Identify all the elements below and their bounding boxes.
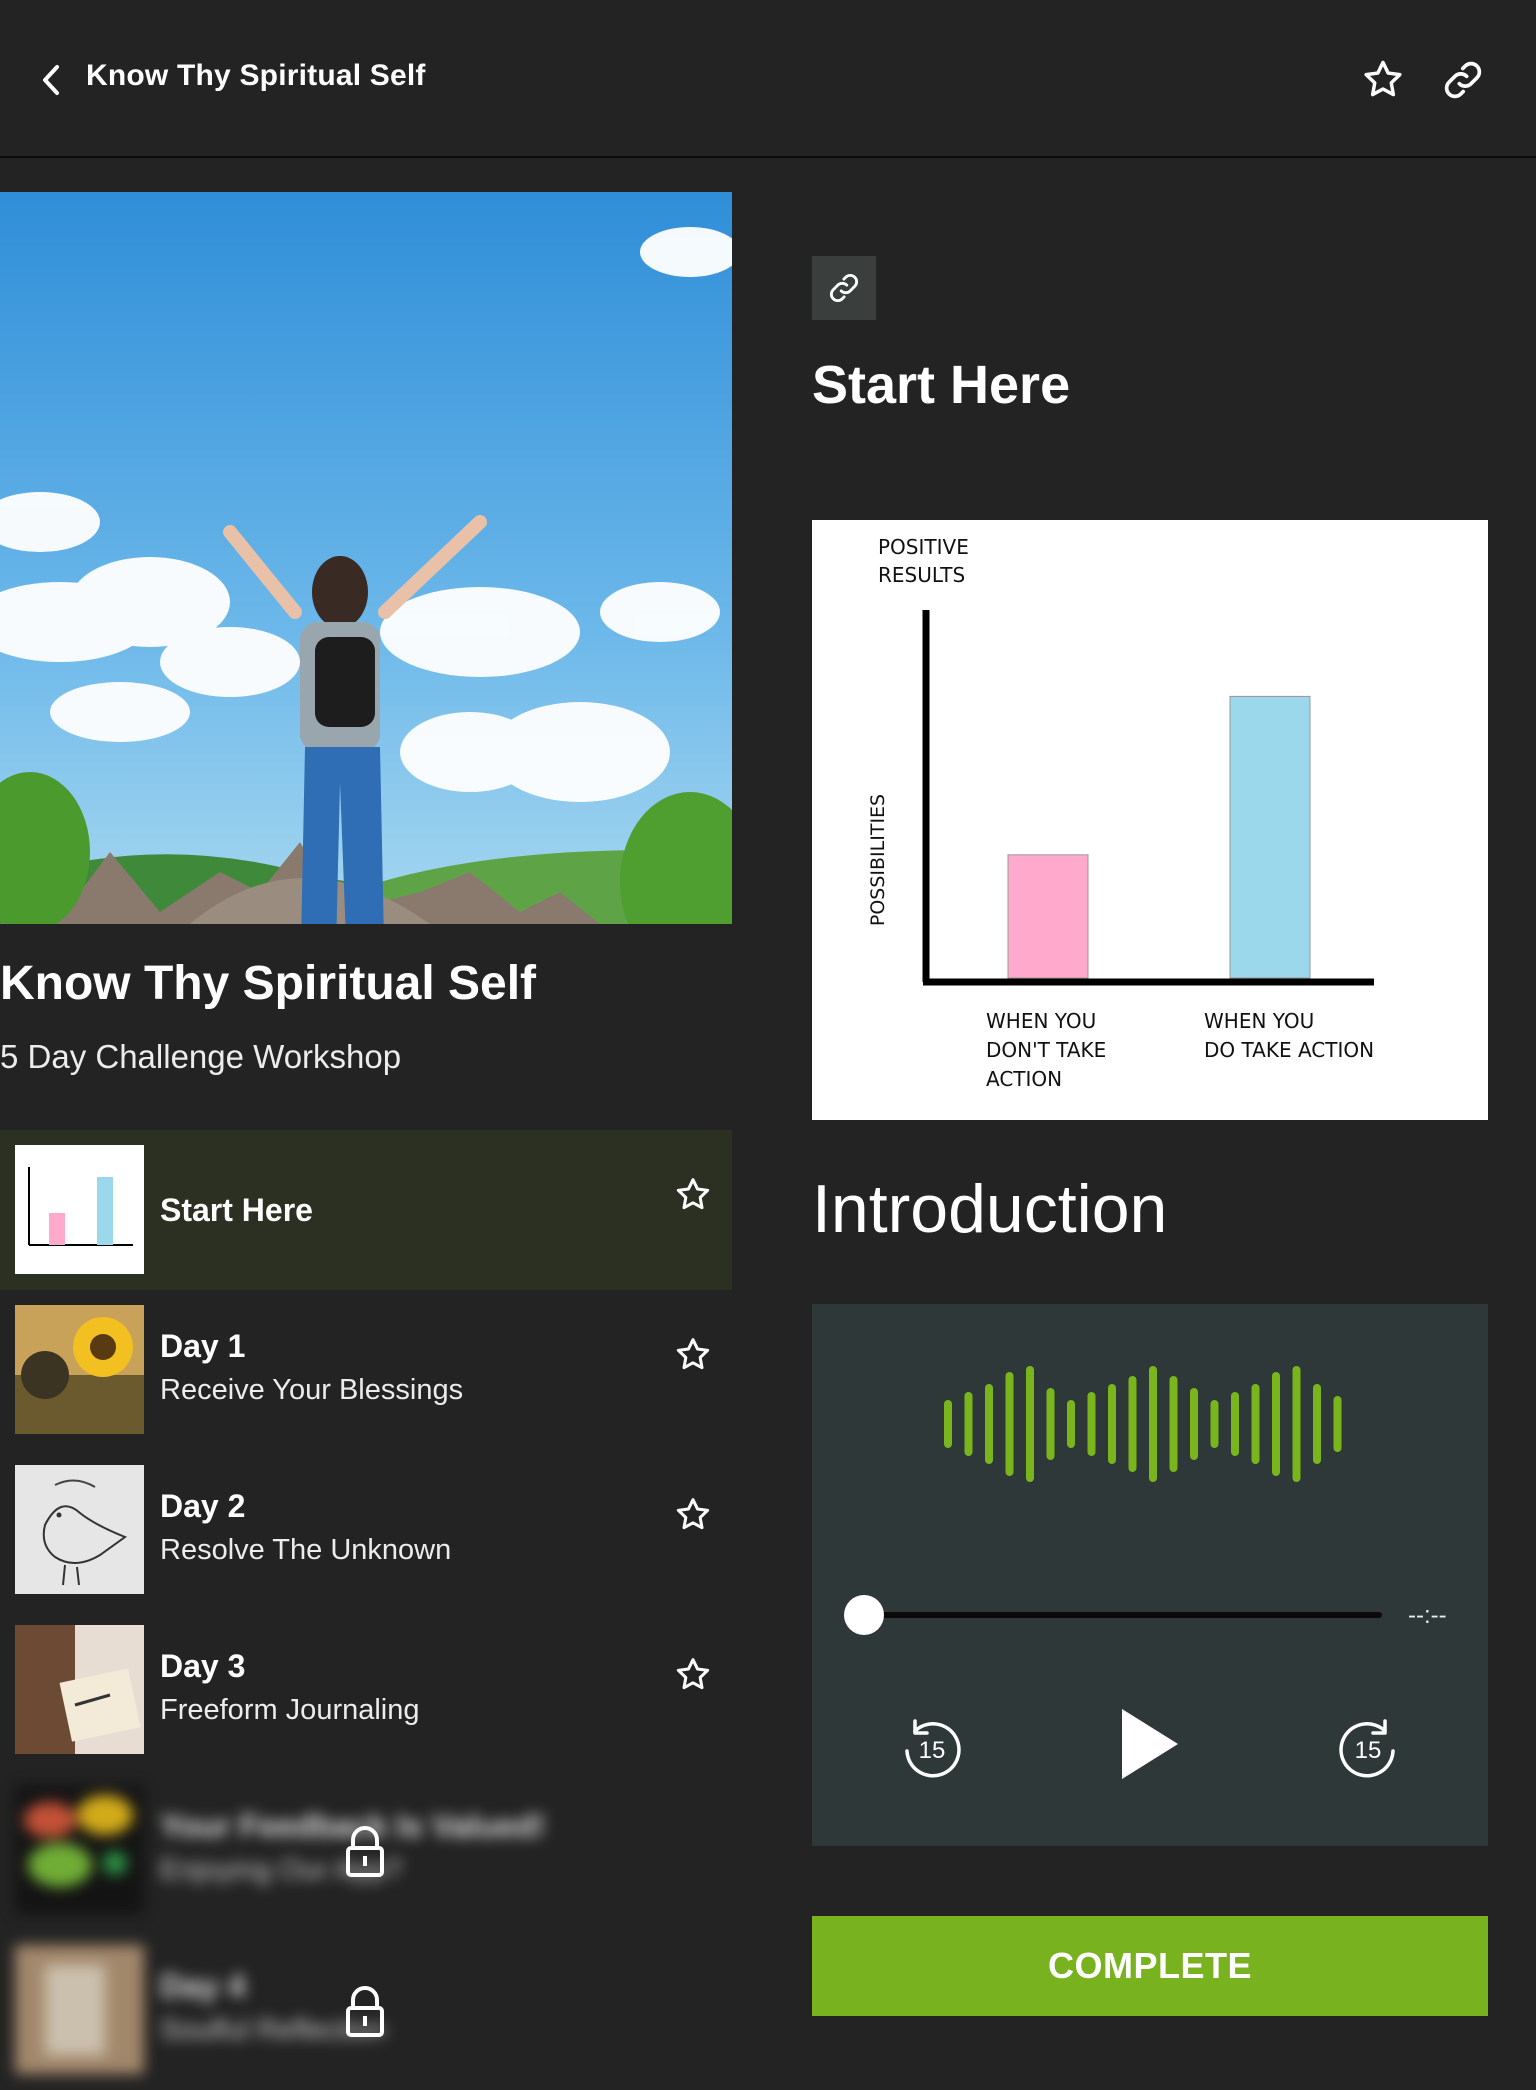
star-icon xyxy=(676,1178,710,1210)
lesson-item-feedback-locked[interactable]: Your Feedback Is Valued! Enjoying Our Ap… xyxy=(0,1770,732,1930)
forward-label: 15 xyxy=(1355,1737,1382,1764)
star-icon xyxy=(676,1338,710,1370)
audio-player: --:-- 15 15 xyxy=(812,1304,1488,1846)
lesson-title: Day 2 xyxy=(160,1488,246,1524)
lesson-title: Day 1 xyxy=(160,1328,246,1364)
lesson-item-day-4-locked[interactable]: Day 4 Soulful Reflection xyxy=(0,1930,732,2090)
section-heading: Introduction xyxy=(812,1171,1168,1247)
chart-category-label: DO TAKE ACTION xyxy=(1204,1038,1374,1062)
course-hero-image xyxy=(0,192,732,924)
star-icon xyxy=(676,1498,710,1530)
lesson-detail-title: Start Here xyxy=(812,355,1071,415)
course-title: Know Thy Spiritual Self xyxy=(0,957,537,1010)
lesson-item-start-here[interactable]: Start Here xyxy=(0,1130,732,1290)
header-title: Know Thy Spiritual Self xyxy=(86,59,426,92)
progress-handle[interactable] xyxy=(844,1595,884,1635)
chart-bar xyxy=(1229,695,1311,979)
lesson-title: Day 3 xyxy=(160,1648,246,1684)
lesson-item-day-3[interactable]: Day 3 Freeform Journaling xyxy=(0,1610,732,1770)
link-icon xyxy=(1444,61,1482,99)
chart-category-label: DON'T TAKE xyxy=(986,1038,1106,1062)
complete-button[interactable]: COMPLETE xyxy=(812,1916,1488,2016)
bar-chart: POSITIVE RESULTS POSSIBILITIES WHEN YOU DON'… xyxy=(867,535,1374,1091)
chart-bar xyxy=(1007,854,1089,979)
lesson-favorite-button[interactable] xyxy=(668,1650,718,1700)
back-button[interactable] xyxy=(36,60,66,100)
lesson-favorite-button[interactable] xyxy=(668,1490,718,1540)
chevron-left-icon xyxy=(43,65,59,95)
lesson-thumbnail xyxy=(15,1305,144,1434)
waveform-icon xyxy=(944,1366,1342,1482)
chart-y-label: POSSIBILITIES xyxy=(867,794,889,926)
rewind-15-button[interactable]: 15 xyxy=(892,1708,972,1788)
lock-icon xyxy=(340,1824,390,1880)
lesson-title: Day 4 xyxy=(160,1968,246,2004)
lesson-favorite-button[interactable] xyxy=(668,1330,718,1380)
favorite-button[interactable] xyxy=(1358,55,1408,105)
lesson-favorite-button[interactable] xyxy=(668,1170,718,1220)
lesson-subtitle: Freeform Journaling xyxy=(160,1694,420,1726)
chart-category-label: WHEN YOU xyxy=(986,1009,1096,1033)
lesson-thumbnail xyxy=(15,1625,144,1754)
time-display: --:-- xyxy=(1408,1602,1447,1629)
course-subtitle: 5 Day Challenge Workshop xyxy=(0,1038,402,1075)
chart-title-line: POSITIVE xyxy=(878,535,969,559)
copy-link-button[interactable] xyxy=(812,256,876,320)
play-button[interactable] xyxy=(1110,1694,1190,1794)
star-icon xyxy=(676,1658,710,1690)
lesson-thumbnail xyxy=(15,1465,144,1594)
progress-track[interactable] xyxy=(864,1612,1382,1618)
rewind-label: 15 xyxy=(919,1737,946,1764)
link-icon xyxy=(830,274,858,302)
chart-category-label: ACTION xyxy=(986,1067,1062,1091)
rewind-icon: 15 xyxy=(905,1719,961,1778)
chart-title-line: RESULTS xyxy=(878,563,965,587)
lock-icon xyxy=(340,1984,390,2040)
lesson-item-day-2[interactable]: Day 2 Resolve The Unknown xyxy=(0,1450,732,1610)
forward-icon: 15 xyxy=(1339,1719,1395,1778)
chart-category-label: WHEN YOU xyxy=(1204,1009,1314,1033)
forward-15-button[interactable]: 15 xyxy=(1328,1708,1408,1788)
lesson-subtitle: Resolve The Unknown xyxy=(160,1534,452,1566)
lesson-item-day-1[interactable]: Day 1 Receive Your Blessings xyxy=(0,1290,732,1450)
lesson-thumbnail xyxy=(15,1785,144,1914)
share-link-button[interactable] xyxy=(1438,55,1488,105)
lesson-thumbnail xyxy=(15,1945,144,2074)
star-icon xyxy=(1364,60,1402,97)
lesson-subtitle: Receive Your Blessings xyxy=(160,1374,464,1406)
play-icon xyxy=(1122,1709,1178,1779)
lesson-title: Start Here xyxy=(160,1192,313,1228)
lesson-thumbnail xyxy=(15,1145,144,1274)
lesson-chart-image: POSITIVE RESULTS POSSIBILITIES WHEN YOU DON'… xyxy=(812,520,1488,1120)
top-bar: Know Thy Spiritual Self xyxy=(0,0,1536,158)
